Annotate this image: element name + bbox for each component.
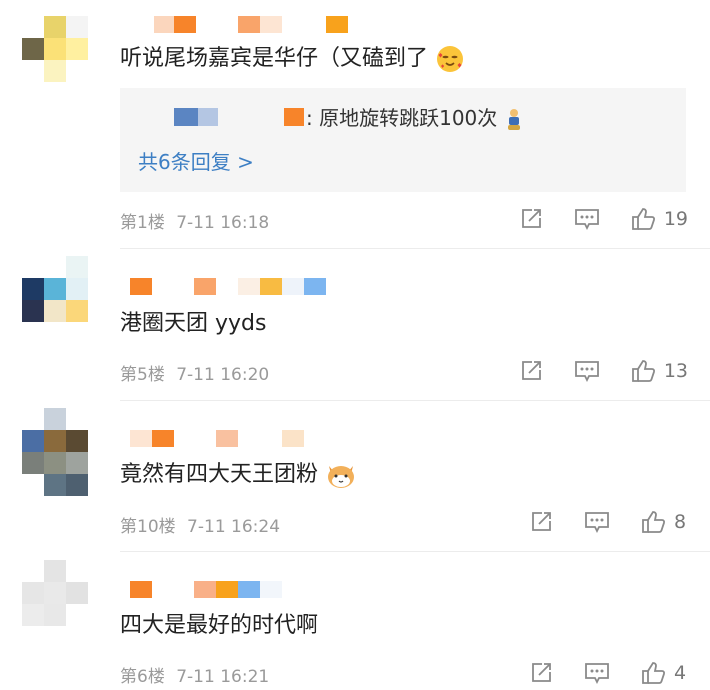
comment-text: 四大是最好的时代啊 — [120, 613, 319, 638]
avatar[interactable] — [22, 256, 88, 322]
share-icon[interactable] — [518, 358, 544, 384]
like-count: 19 — [663, 208, 688, 230]
avatar-lower — [22, 474, 88, 496]
comment-meta: 第6楼 7-11 16:21 — [120, 662, 269, 687]
divider — [120, 551, 710, 552]
timestamp: 7-11 16:21 — [176, 667, 270, 687]
timestamp: 7-11 16:24 — [187, 517, 281, 537]
like-button[interactable]: 4 — [640, 660, 688, 686]
divider — [120, 400, 710, 401]
share-icon[interactable] — [528, 660, 554, 686]
like-button[interactable]: 8 — [640, 509, 688, 535]
comment-icon[interactable] — [574, 206, 600, 232]
comment-actions: 4 — [498, 660, 688, 686]
thumbs-up-icon — [642, 511, 666, 533]
floor-label: 第6楼 — [120, 667, 165, 687]
floor-label: 第1楼 — [120, 213, 165, 233]
thumbs-up-icon — [631, 208, 655, 230]
cat-face-emoji — [328, 466, 355, 488]
thumbs-up-icon — [642, 662, 666, 684]
share-icon[interactable] — [518, 206, 544, 232]
comment-text: 竟然有四大天王团粉 — [120, 460, 357, 490]
comment-actions: 8 — [498, 509, 688, 535]
like-count: 8 — [674, 511, 687, 533]
comment-icon[interactable] — [574, 358, 600, 384]
floor-label: 第10楼 — [120, 517, 176, 537]
comment-meta: 第1楼 7-11 16:18 — [120, 208, 269, 233]
floor-label: 第5楼 — [120, 365, 165, 385]
reply-preview[interactable]: : 原地旋转跳跃100次 共6条回复 > — [120, 88, 686, 192]
timestamp: 7-11 16:20 — [176, 365, 270, 385]
face-with-hearts-emoji — [437, 46, 464, 72]
divider — [120, 248, 710, 249]
comment-icon[interactable] — [584, 660, 610, 686]
timestamp: 7-11 16:18 — [176, 213, 270, 233]
comment-text: 听说尾场嘉宾是华仔（又磕到了 — [120, 44, 465, 74]
thumbs-up-icon — [631, 360, 655, 382]
comment-actions: 13 — [488, 358, 688, 384]
comment-meta: 第5楼 7-11 16:20 — [120, 360, 269, 385]
dancing-figure-emoji — [507, 108, 520, 130]
avatar[interactable] — [22, 408, 88, 474]
like-button[interactable]: 19 — [630, 206, 688, 232]
share-icon[interactable] — [528, 509, 554, 535]
comment-actions: 19 — [488, 206, 688, 232]
comment-text: 港圈天团 yyds — [120, 311, 267, 336]
avatar[interactable] — [22, 560, 88, 626]
comment-icon[interactable] — [584, 509, 610, 535]
avatar[interactable] — [22, 16, 88, 82]
comment-meta: 第10楼 7-11 16:24 — [120, 512, 280, 537]
view-replies-link[interactable]: 共6条回复 > — [138, 146, 254, 175]
like-count: 4 — [674, 662, 687, 684]
like-count: 13 — [663, 360, 688, 382]
like-button[interactable]: 13 — [630, 358, 688, 384]
reply-text: : 原地旋转跳跃100次 — [306, 104, 524, 132]
